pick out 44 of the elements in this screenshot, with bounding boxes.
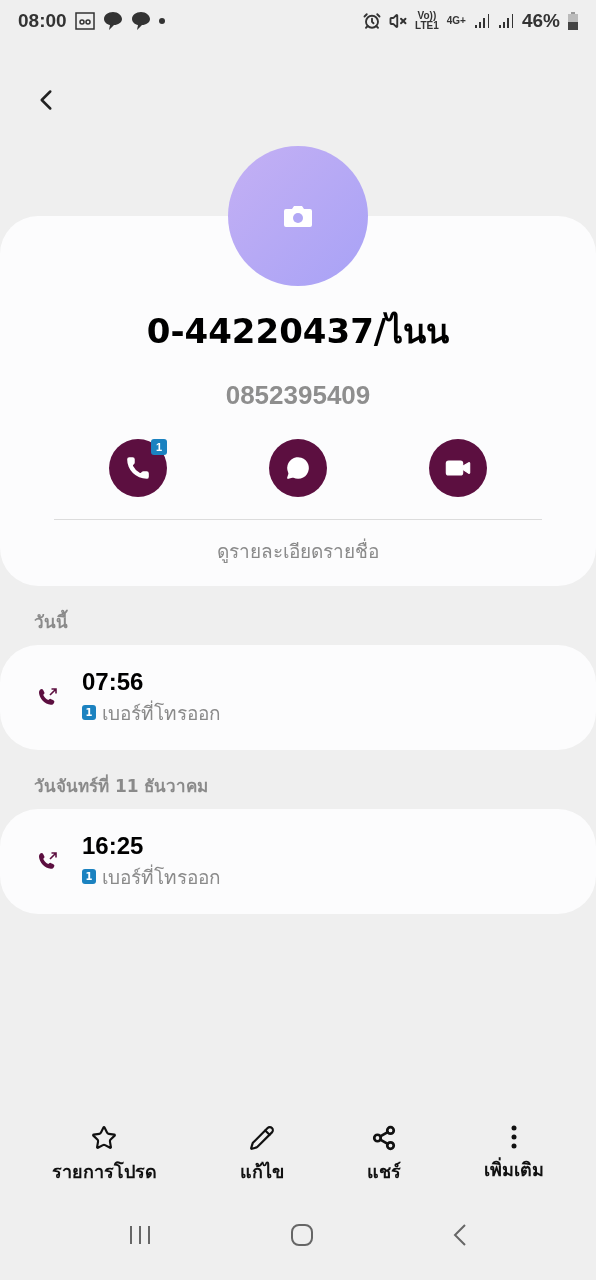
message-button[interactable] (269, 439, 327, 497)
favorite-button[interactable]: รายการโปรด (51, 1125, 157, 1186)
sim-badge: 1 (82, 705, 96, 720)
chat-bubble-icon (130, 11, 151, 31)
signal-icon (473, 13, 490, 29)
share-icon (371, 1125, 398, 1151)
home-button[interactable] (290, 1223, 314, 1247)
volte-label: Vo)) (417, 11, 437, 21)
share-button[interactable]: แชร์ (367, 1125, 402, 1186)
network-label: 4G+ (446, 16, 466, 26)
status-time: 08:00 (18, 10, 67, 32)
chat-bubble-icon (102, 11, 123, 31)
call-type: เบอร์ที่โทรออก (102, 699, 221, 726)
sim-badge: 1 (82, 869, 96, 884)
camera-icon (283, 204, 313, 228)
phone-number: 0852395409 (225, 380, 371, 411)
pencil-icon (248, 1125, 275, 1151)
call-log-item[interactable]: 16:25 1 เบอร์ที่โทรออก (0, 809, 596, 914)
date-header: วันนี้ (0, 586, 596, 645)
contact-name: 0-44220437/ไนน (146, 310, 450, 353)
edit-button[interactable]: แก้ไข (239, 1125, 284, 1186)
call-log-item[interactable]: 07:56 1 เบอร์ที่โทรออก (0, 645, 596, 750)
battery-percentage: 46% (521, 10, 560, 32)
date-header: วันจันทร์ที่ 11 ธันวาคม (33, 773, 210, 798)
call-time: 16:25 (82, 831, 145, 860)
signal-icon (497, 13, 514, 29)
voicemail-icon (74, 12, 95, 30)
more-button[interactable]: เพิ่มเติม (484, 1125, 545, 1186)
sim-badge: 1 (151, 439, 167, 455)
phone-icon (125, 455, 151, 481)
chat-bubble-icon (285, 455, 311, 481)
mute-icon (389, 12, 408, 30)
call-time: 07:56 (82, 667, 145, 696)
lte-label: LTE1 (415, 21, 439, 31)
battery-icon (568, 12, 578, 30)
call-type: เบอร์ที่โทรออก (102, 863, 221, 890)
dot-icon (158, 18, 165, 24)
star-icon (91, 1125, 118, 1151)
recent-apps-button[interactable] (129, 1225, 152, 1245)
more-icon (511, 1125, 518, 1149)
call-button[interactable]: 1 (109, 439, 167, 497)
video-call-button[interactable] (429, 439, 487, 497)
back-nav-button[interactable] (452, 1223, 467, 1247)
alarm-icon (363, 12, 382, 30)
